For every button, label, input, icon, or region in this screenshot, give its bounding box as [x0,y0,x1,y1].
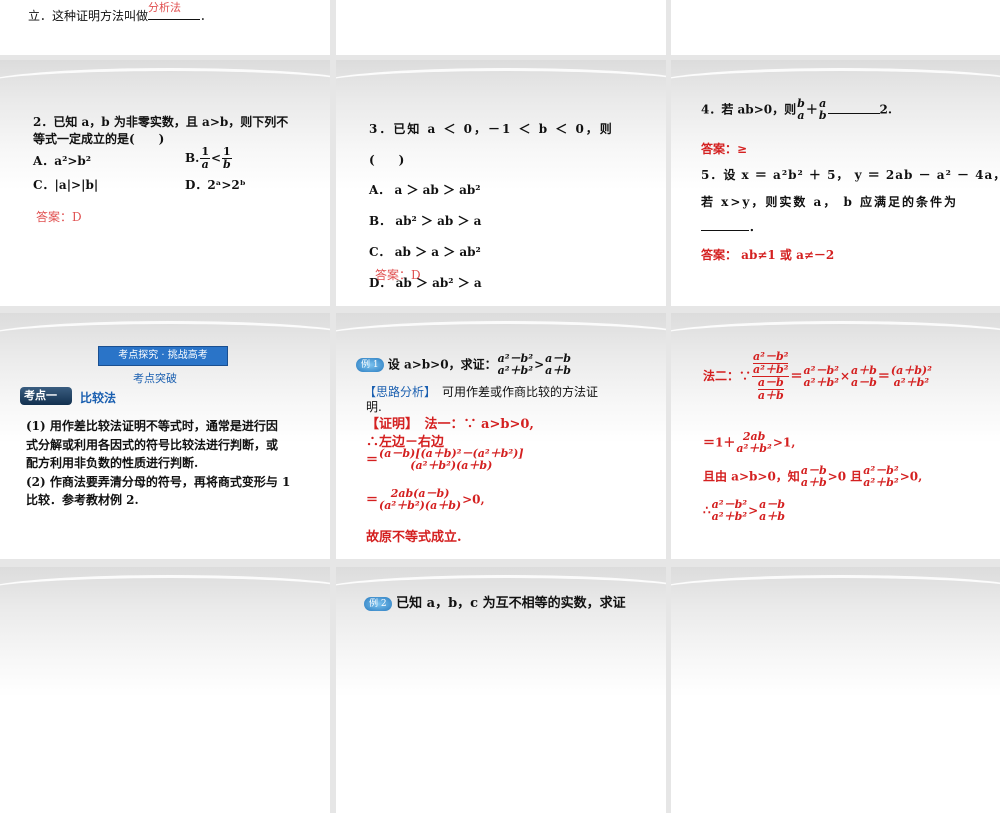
proof-line: 【证明】 法一：∵ a>b>0, [366,417,534,432]
proof-line: 故原不等式成立. [366,530,462,545]
question-5: 5．设 x ＝ a²b² ＋ 5， y ＝ 2ab － a² － 4a， [701,168,1000,182]
topic-title: 比较法 [80,391,117,405]
question-text: 等式一定成立的是( ) [33,132,165,146]
paragraph-line: (2) 作商法要弄清分母的符号，再将商式变形与 1 [26,475,291,489]
proof-line: ＝ (a－b)[(a＋b)²－(a²＋b²)] (a²＋b²)(a＋b) [366,447,524,472]
slide-question-4-5[interactable]: 4．若 ab>0，则 b a ＋ a b 2. 答案：≥ 5．设 x ＝ a²b² ＋ 5，… [671,60,1000,306]
example-badge: 例 1 [356,358,384,372]
slide-prev-1[interactable]: 立．这种证明方法叫做 分析法． [0,0,330,55]
option-c: C．|a|>|b| [33,178,99,192]
example-question: 例 2 已知 a，b，c 为互不相等的实数，求证 [364,592,626,611]
paragraph-line: 配方利用非负数的性质进行判断. [26,456,199,470]
slide-example-1[interactable]: 例 1 设 a>b>0，求证： a²－b² a²＋b² > a－b a＋b 【思路分析】 … [336,313,666,559]
option-c: C． ab ＞ a ＞ ab² [369,245,481,259]
answer: 分析法 [148,1,182,14]
proof-line: ∴ a²－b² a²＋b² > a－b a＋b [703,498,785,523]
answer-5: 答案： ab≠1 或 a≠－2 [701,248,835,262]
hint-label: 【思路分析】 [364,385,431,399]
paragraph-line: (1) 用作差比较法证明不等式时，通常是进行因 [26,419,278,433]
proof-line: 法二：∵ a²－b² a²＋b² a－b a＋b ＝ a²－b² a²＋b² × a＋b a－b ＝(… [703,350,932,402]
slide-topic-1[interactable]: 考点探究 · 挑战高考 考点突破 考点一 比较法 (1) 用作差比较法证明不等式… [0,313,330,559]
slide-prev-3[interactable] [671,0,1000,55]
example-badge: 例 2 [364,596,392,611]
option-a: A． a ＞ ab ＞ ab² [369,183,481,197]
proof-line: ＝ 2ab(a－b) (a²＋b²)(a＋b) >0, [366,487,485,512]
slide-example-2[interactable]: 例 2 已知 a，b，c 为互不相等的实数，求证 [336,567,666,813]
paragraph-line: 比较．参考教材例 2. [26,493,139,507]
topic-tag: 考点一 [20,387,72,405]
answer: 答案：D [36,210,82,224]
option-b: B. 1 a <1 b [185,145,232,171]
question-paren: ( ) [369,153,405,167]
proof-line: 且由 a>b>0，知 a－b a＋b >0 且 a²－b² a²＋b² >0, [703,464,923,489]
question-text: 3．已知 a ＜ 0，－1 ＜ b ＜ 0，则 [369,122,614,136]
answer-4: 答案：≥ [701,142,748,156]
paragraph-line: 式分解或利用各因式的符号比较法进行判断，或 [26,438,279,452]
question-text: 2．已知 a，b 为非零实数，且 a>b，则下列不 [33,115,289,129]
question-4: 4．若 ab>0，则 b a ＋ a b 2. [701,97,893,122]
slide-question-3[interactable]: 3．已知 a ＜ 0，－1 ＜ b ＜ 0，则 ( ) A． a ＞ ab ＞ … [336,60,666,306]
section-subtitle: 考点突破 [133,372,177,385]
slide-prev-2[interactable] [336,0,666,55]
slide-example-1-method-2[interactable]: 法二：∵ a²－b² a²＋b² a－b a＋b ＝ a²－b² a²＋b² × a＋b a－b ＝(… [671,313,1000,559]
section-banner: 考点探究 · 挑战高考 [98,346,228,366]
slide-question-2[interactable]: 2．已知 a，b 为非零实数，且 a>b，则下列不 等式一定成立的是( ) A．… [0,60,330,306]
slide-text: 立．这种证明方法叫做 分析法． [28,1,213,23]
example-question: 例 1 设 a>b>0，求证： a²－b² a²＋b² > a－b a＋b [356,353,572,377]
answer: 答案：D [375,268,421,282]
slide-next-3[interactable] [671,567,1000,813]
option-d: D．2ᵃ>2ᵇ [185,178,246,192]
option-b: B． ab² ＞ ab ＞ a [369,214,482,228]
question-5: 若 x>y，则实数 a， b 应满足的条件为 [701,195,959,209]
slide-next-1[interactable] [0,567,330,813]
hint-text: 可用作差或作商比较的方法证 [442,385,599,399]
question-5-blank: ． [701,218,761,235]
option-a: A．a²>b² [33,154,92,168]
proof-line: ＝1＋ 2ab a²＋b² >1, [703,430,796,455]
